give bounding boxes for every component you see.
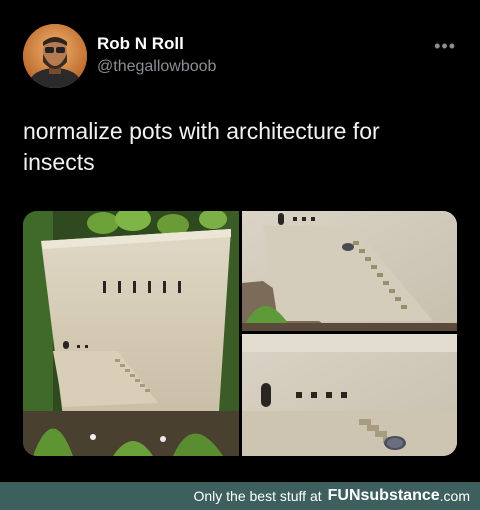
brand-name: FUNsubstance [327,487,440,504]
brand-suffix: .com [439,488,470,504]
profile-photo-icon [23,24,87,88]
insect-architecture-photo [23,211,457,456]
author-name[interactable]: Rob N Roll [97,34,184,54]
watermark-bar: Only the best stuff at FUNsubstance .com [0,482,480,510]
more-horizontal-icon[interactable]: ••• [434,36,456,57]
author-handle[interactable]: @thegallowboob [97,58,216,76]
avatar[interactable] [23,24,87,88]
tweet-text: normalize pots with architecture for ins… [23,118,380,175]
footer-tagline: Only the best stuff at [193,488,322,504]
tweet-media[interactable] [23,211,457,456]
